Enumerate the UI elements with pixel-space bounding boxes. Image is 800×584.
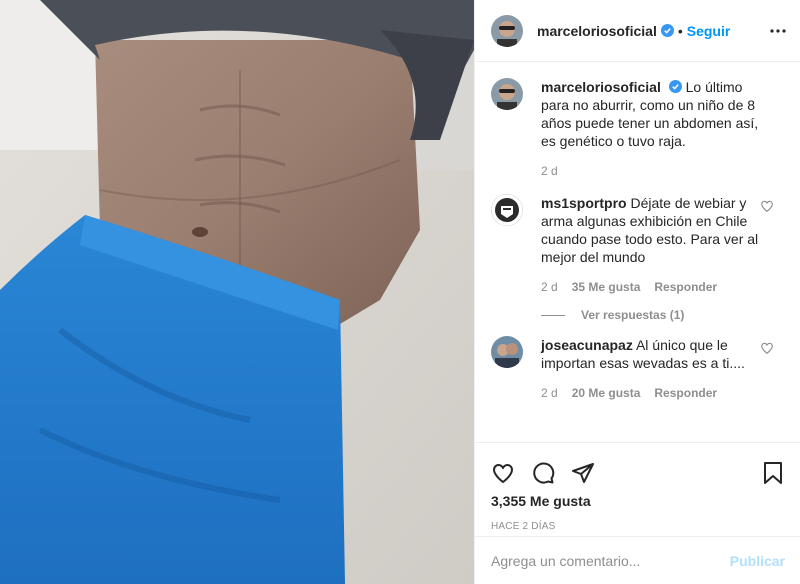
post-actions: 3,355 Me gusta HACE 2 DÍAS Publicar	[475, 442, 800, 584]
follow-button[interactable]: Seguir	[687, 23, 731, 39]
view-replies-button[interactable]: Ver respuestas (1)	[541, 308, 784, 322]
verified-badge-icon	[668, 80, 682, 93]
comment: ms1sportpro Déjate de webiar y arma algu…	[491, 194, 784, 296]
verified-badge-icon	[660, 24, 674, 37]
caption: marceloriosoficial Lo último para no abu…	[491, 78, 784, 180]
like-comment-heart-icon[interactable]	[760, 199, 774, 213]
comments-list[interactable]: marceloriosoficial Lo último para no abu…	[475, 62, 800, 442]
comment-likes[interactable]: 20 Me gusta	[572, 384, 641, 402]
comment-username[interactable]: ms1sportpro	[541, 195, 627, 211]
caption-username[interactable]: marceloriosoficial	[541, 79, 661, 95]
post-photo	[0, 0, 474, 584]
comment-avatar[interactable]	[491, 194, 523, 226]
like-heart-icon[interactable]	[491, 461, 515, 485]
comment-avatar[interactable]	[491, 336, 523, 368]
comment-username[interactable]: joseacunapaz	[541, 337, 633, 353]
caption-avatar[interactable]	[491, 78, 523, 110]
author-username[interactable]: marceloriosoficial	[537, 23, 657, 39]
comment-bubble-icon[interactable]	[531, 461, 555, 485]
comment-time[interactable]: 2 d	[541, 384, 558, 402]
reply-button[interactable]: Responder	[654, 278, 717, 296]
publish-button[interactable]: Publicar	[730, 553, 785, 569]
post-panel: marceloriosoficial • Seguir marcelorioso…	[474, 0, 800, 584]
share-paper-plane-icon[interactable]	[571, 461, 595, 485]
separator-dot: •	[677, 22, 683, 39]
replies-divider	[541, 314, 565, 316]
comment: joseacunapaz Al único que le importan es…	[491, 336, 784, 402]
post-timestamp[interactable]: HACE 2 DÍAS	[475, 521, 800, 532]
caption-time[interactable]: 2 d	[541, 162, 558, 180]
comment-likes[interactable]: 35 Me gusta	[572, 278, 641, 296]
author-avatar[interactable]	[491, 14, 523, 47]
view-replies-label: Ver respuestas (1)	[581, 308, 685, 322]
more-options-icon[interactable]	[768, 22, 788, 40]
like-comment-heart-icon[interactable]	[760, 341, 774, 355]
add-comment-bar: Publicar	[475, 536, 800, 584]
post-image[interactable]	[0, 0, 474, 584]
comment-time[interactable]: 2 d	[541, 278, 558, 296]
comment-input[interactable]	[491, 552, 730, 569]
reply-button[interactable]: Responder	[654, 384, 717, 402]
likes-count[interactable]: 3,355 Me gusta	[475, 493, 800, 509]
save-bookmark-icon[interactable]	[761, 461, 785, 485]
post-header: marceloriosoficial • Seguir	[475, 0, 800, 62]
